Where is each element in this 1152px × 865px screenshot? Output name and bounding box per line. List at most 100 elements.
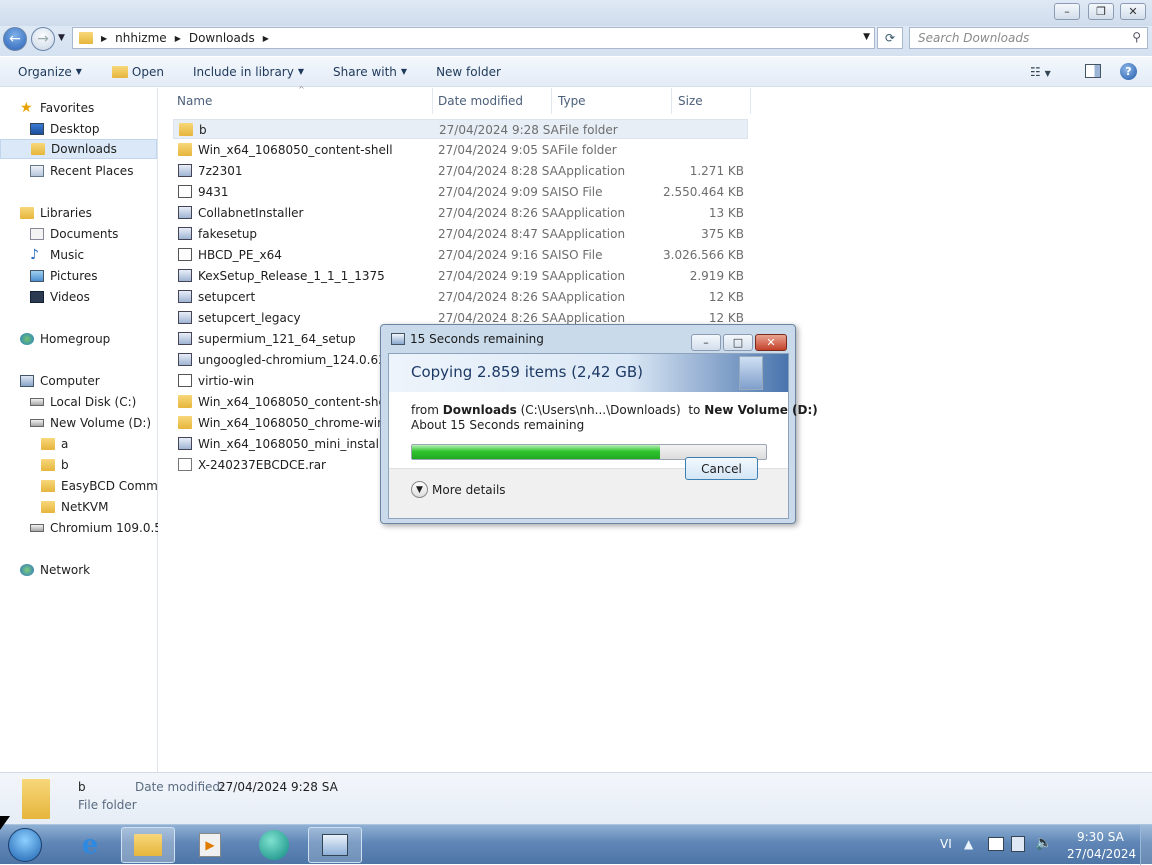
address-bar[interactable]: ▶ nhhizme ▶ Downloads ▶ ▼	[72, 27, 875, 49]
file-row[interactable]: 7z2301 27/04/2024 8:28 SA Application 1.271…	[173, 161, 748, 181]
pictures-icon	[30, 270, 44, 282]
column-header-size[interactable]: Size	[678, 94, 703, 108]
close-button[interactable]: ✕	[1120, 3, 1146, 20]
column-header-type[interactable]: Type	[558, 94, 586, 108]
view-options-icon[interactable]: ☷ ▼	[1030, 65, 1051, 79]
file-row[interactable]: KexSetup_Release_1_1_1_1375 27/04/2024 9:…	[173, 266, 748, 286]
search-icon[interactable]: ⚲	[1132, 30, 1141, 44]
minimize-button[interactable]: –	[1054, 3, 1080, 20]
nav-computer[interactable]: Computer	[20, 371, 178, 391]
file-name: Win_x64_1068050_content-shell	[198, 143, 393, 157]
show-desktop-button[interactable]	[1140, 825, 1152, 865]
help-icon[interactable]: ?	[1120, 63, 1137, 80]
nav-documents[interactable]: Documents	[30, 224, 188, 244]
breadcrumb-downloads[interactable]: Downloads	[189, 31, 255, 45]
action-center-icon[interactable]	[988, 837, 1004, 851]
nav-new-volume[interactable]: New Volume (D:)	[30, 413, 188, 433]
file-size: 2.550.464 KB	[663, 185, 744, 199]
dialog-minimize-button[interactable]: –	[691, 334, 721, 351]
to-label: to	[688, 403, 701, 417]
nav-downloads[interactable]: Downloads	[0, 139, 157, 159]
file-row[interactable]: b 27/04/2024 9:28 SA File folder	[173, 119, 748, 139]
music-icon: ♪	[30, 247, 39, 263]
new-folder-button[interactable]: New folder	[436, 65, 501, 79]
more-details-toggle[interactable]: ▼ More details	[411, 481, 506, 498]
nav-folder-netkvm[interactable]: NetKVM	[41, 497, 199, 517]
file-type: Application	[558, 290, 626, 304]
taskbar-internet-explorer[interactable]: e	[63, 827, 117, 863]
organize-button[interactable]: Organize ▼	[18, 65, 82, 79]
column-divider[interactable]	[671, 88, 672, 114]
network-status-icon[interactable]	[1011, 836, 1025, 852]
nav-pictures[interactable]: Pictures	[30, 266, 188, 286]
dialog-header-banner: Copying 2.859 items (2,42 GB)	[389, 354, 788, 392]
file-row[interactable]: HBCD_PE_x64 27/04/2024 9:16 SA ISO File 3.0…	[173, 245, 748, 265]
to-location[interactable]: New Volume (D:)	[704, 403, 818, 417]
nav-label: Music	[50, 248, 85, 262]
show-hidden-icons-icon[interactable]: ▲	[964, 837, 973, 851]
chevron-down-icon: ▼	[411, 481, 428, 498]
nav-chromium-drive[interactable]: Chromium 109.0.540	[30, 518, 158, 538]
nav-label: Downloads	[51, 142, 117, 156]
column-divider[interactable]	[750, 88, 751, 114]
file-name: fakesetup	[198, 227, 258, 241]
nav-favorites[interactable]: ★ Favorites	[20, 98, 178, 118]
application-icon	[178, 311, 192, 324]
volume-muted-icon[interactable]: 🔈	[1035, 835, 1052, 851]
include-in-library-button[interactable]: Include in library ▼	[193, 65, 304, 79]
dialog-close-button[interactable]: ✕	[755, 334, 787, 351]
dialog-maximize-button[interactable]: □	[723, 334, 753, 351]
share-with-button[interactable]: Share with ▼	[333, 65, 407, 79]
media-player-icon: ▶	[199, 833, 221, 857]
nav-local-disk[interactable]: Local Disk (C:)	[30, 392, 188, 412]
column-divider[interactable]	[551, 88, 552, 114]
disc-image-icon	[178, 248, 192, 261]
taskbar-explorer[interactable]	[121, 827, 175, 863]
nav-libraries[interactable]: Libraries	[20, 203, 178, 223]
preview-pane-icon[interactable]	[1085, 64, 1101, 78]
file-row[interactable]: 9431 27/04/2024 9:09 SA ISO File 2.550.464 …	[173, 182, 748, 202]
column-divider[interactable]	[432, 88, 433, 114]
taskbar-media-player[interactable]: ▶	[183, 827, 237, 863]
taskbar-app[interactable]	[247, 827, 301, 863]
file-icon	[178, 458, 192, 471]
address-dropdown-icon[interactable]: ▼	[863, 32, 870, 42]
nav-network[interactable]: Network	[20, 560, 178, 580]
forward-button[interactable]: →	[31, 27, 55, 51]
clock-time[interactable]: 9:30 SA	[1077, 830, 1124, 844]
nav-homegroup[interactable]: Homegroup	[20, 329, 178, 349]
recent-pages-dropdown[interactable]: ▼	[58, 33, 65, 43]
breadcrumb-user[interactable]: nhhizme	[115, 31, 167, 45]
start-button[interactable]	[0, 827, 50, 863]
application-icon	[178, 332, 192, 345]
open-button[interactable]: Open	[111, 65, 164, 79]
back-button[interactable]: ←	[3, 27, 27, 51]
column-header-date[interactable]: Date modified	[438, 94, 523, 108]
restore-icon: ❐	[1096, 5, 1106, 18]
file-name: b	[199, 123, 207, 137]
refresh-button[interactable]: ⟳	[877, 27, 903, 49]
nav-music[interactable]: ♪ Music	[30, 245, 188, 265]
file-row[interactable]: setupcert 27/04/2024 8:26 SA Application 12…	[173, 287, 748, 307]
maximize-button[interactable]: ❐	[1088, 3, 1114, 20]
search-input[interactable]: Search Downloads ⚲	[909, 27, 1148, 49]
file-row[interactable]: Win_x64_1068050_content-shell 27/04/2024 …	[173, 140, 748, 160]
file-name: HBCD_PE_x64	[198, 248, 282, 262]
cancel-button[interactable]: Cancel	[685, 457, 758, 480]
nav-folder-easybcd[interactable]: EasyBCD Commer	[41, 476, 158, 496]
taskbar-copy-dialog[interactable]	[308, 827, 362, 863]
sort-arrow-icon: ^	[298, 85, 305, 94]
nav-desktop[interactable]: Desktop	[30, 119, 188, 139]
file-row[interactable]: fakesetup 27/04/2024 8:47 SA Application 37…	[173, 224, 748, 244]
column-header-name[interactable]: Name	[177, 94, 212, 108]
computer-icon	[322, 834, 348, 856]
nav-recent-places[interactable]: Recent Places	[30, 161, 188, 181]
file-type: File folder	[559, 123, 618, 137]
file-name: CollabnetInstaller	[198, 206, 304, 220]
file-date: 27/04/2024 9:19 SA	[438, 269, 558, 283]
from-location[interactable]: Downloads	[443, 403, 517, 417]
nav-videos[interactable]: Videos	[30, 287, 188, 307]
file-row[interactable]: CollabnetInstaller 27/04/2024 8:26 SA Appl…	[173, 203, 748, 223]
language-indicator[interactable]: VI	[940, 837, 952, 851]
clock-date[interactable]: 27/04/2024	[1067, 847, 1136, 861]
